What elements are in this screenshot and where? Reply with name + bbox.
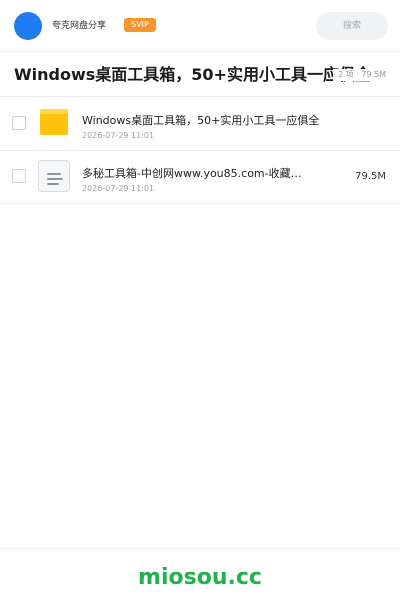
share-meta: · 2 项 · 79.5M	[333, 69, 393, 81]
list-item[interactable]: Windows桌面工具箱，50+实用小工具一应俱全 2026-07-29 11:…	[0, 97, 400, 151]
file-date: 2026-07-29 11:01	[82, 131, 155, 140]
file-name[interactable]: 多秘工具箱-中创网www.you85.com-收藏…	[82, 167, 302, 181]
file-name[interactable]: Windows桌面工具箱，50+实用小工具一应俱全	[82, 114, 319, 128]
top-bar: 夸克网盘分享 SVIP 搜索	[0, 0, 400, 52]
footer: miosou.cc	[0, 548, 400, 600]
page-title: Windows桌面工具箱，50+实用小工具一应俱全	[14, 65, 371, 84]
username: 夸克网盘分享	[52, 21, 107, 31]
file-size: 79.5M	[355, 171, 386, 182]
folder-icon	[40, 109, 68, 135]
checkbox[interactable]	[12, 169, 26, 183]
svip-badge: SVIP	[124, 18, 156, 32]
list-item[interactable]: 多秘工具箱-中创网www.you85.com-收藏… 2026-07-29 11…	[0, 150, 400, 204]
share-title-bar: Windows桌面工具箱，50+实用小工具一应俱全 · 2 项 · 79.5M	[0, 53, 400, 97]
file-date: 2026-07-29 11:01	[82, 184, 155, 193]
site-brand[interactable]: miosou.cc	[0, 565, 400, 591]
document-icon	[38, 160, 70, 192]
avatar[interactable]	[14, 12, 42, 40]
search-input[interactable]: 搜索	[316, 12, 388, 40]
checkbox[interactable]	[12, 116, 26, 130]
